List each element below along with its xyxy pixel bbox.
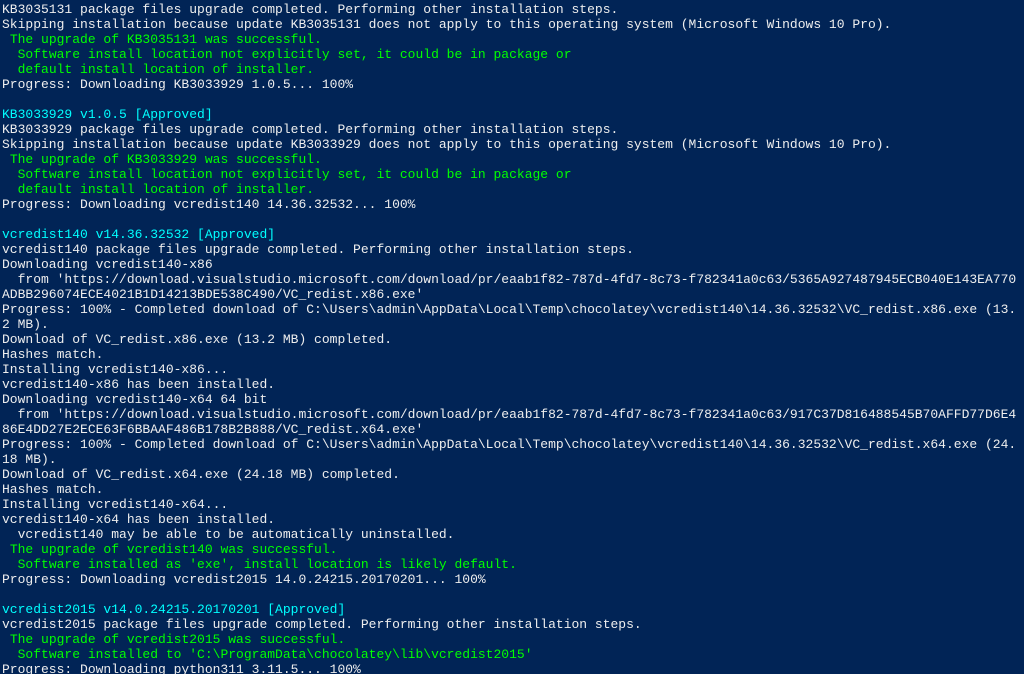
terminal-line: Downloading vcredist140-x64 64 bit: [2, 392, 1022, 407]
terminal-line: Hashes match.: [2, 482, 1022, 497]
terminal-line: Progress: Downloading python311 3.11.5..…: [2, 662, 1022, 674]
terminal-line: default install location of installer.: [2, 182, 1022, 197]
terminal-line: Skipping installation because update KB3…: [2, 137, 1022, 152]
terminal-line: Hashes match.: [2, 347, 1022, 362]
terminal-line: Installing vcredist140-x86...: [2, 362, 1022, 377]
terminal-line: vcredist2015 v14.0.24215.20170201 [Appro…: [2, 602, 1022, 617]
terminal-line: The upgrade of vcredist2015 was successf…: [2, 632, 1022, 647]
terminal-line: vcredist140-x86 has been installed.: [2, 377, 1022, 392]
terminal-line: from 'https://download.visualstudio.micr…: [2, 407, 1022, 437]
terminal-line: Download of VC_redist.x64.exe (24.18 MB)…: [2, 467, 1022, 482]
terminal-line: Skipping installation because update KB3…: [2, 17, 1022, 32]
terminal-line: Software install location not explicitly…: [2, 47, 1022, 62]
terminal-line: Software installed to 'C:\ProgramData\ch…: [2, 647, 1022, 662]
terminal-line: vcredist140-x64 has been installed.: [2, 512, 1022, 527]
terminal-line: KB3033929 v1.0.5 [Approved]: [2, 107, 1022, 122]
terminal-line: The upgrade of KB3035131 was successful.: [2, 32, 1022, 47]
terminal-line: vcredist2015 package files upgrade compl…: [2, 617, 1022, 632]
terminal-line: Progress: Downloading vcredist2015 14.0.…: [2, 572, 1022, 587]
terminal-output[interactable]: KB3035131 package files upgrade complete…: [0, 0, 1024, 674]
terminal-line: The upgrade of vcredist140 was successfu…: [2, 542, 1022, 557]
terminal-line: Software installed as 'exe', install loc…: [2, 557, 1022, 572]
terminal-line: Progress: Downloading KB3033929 1.0.5...…: [2, 77, 1022, 92]
terminal-line: Progress: 100% - Completed download of C…: [2, 437, 1022, 467]
terminal-line: Progress: Downloading vcredist140 14.36.…: [2, 197, 1022, 212]
terminal-line: The upgrade of KB3033929 was successful.: [2, 152, 1022, 167]
terminal-line: [2, 212, 1022, 227]
terminal-line: vcredist140 may be able to be automatica…: [2, 527, 1022, 542]
terminal-line: Installing vcredist140-x64...: [2, 497, 1022, 512]
terminal-line: KB3033929 package files upgrade complete…: [2, 122, 1022, 137]
terminal-line: [2, 587, 1022, 602]
terminal-line: default install location of installer.: [2, 62, 1022, 77]
terminal-line: from 'https://download.visualstudio.micr…: [2, 272, 1022, 302]
terminal-line: Download of VC_redist.x86.exe (13.2 MB) …: [2, 332, 1022, 347]
terminal-line: vcredist140 v14.36.32532 [Approved]: [2, 227, 1022, 242]
terminal-line: [2, 92, 1022, 107]
terminal-line: Progress: 100% - Completed download of C…: [2, 302, 1022, 332]
terminal-line: Software install location not explicitly…: [2, 167, 1022, 182]
terminal-line: Downloading vcredist140-x86: [2, 257, 1022, 272]
terminal-line: KB3035131 package files upgrade complete…: [2, 2, 1022, 17]
terminal-line: vcredist140 package files upgrade comple…: [2, 242, 1022, 257]
